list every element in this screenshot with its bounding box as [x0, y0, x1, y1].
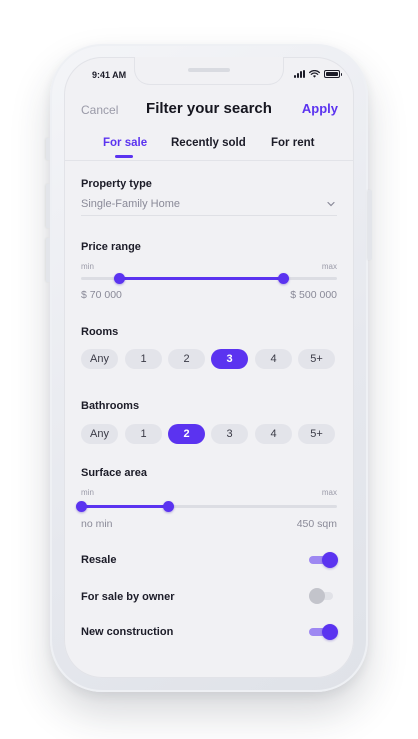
tab-recently-sold[interactable]: Recently sold — [171, 137, 246, 149]
chevron-down-icon[interactable] — [326, 200, 336, 208]
speaker-grille — [188, 68, 230, 72]
resale-label: Resale — [81, 554, 117, 566]
status-time: 9:41 AM — [92, 70, 127, 80]
bathrooms-option-1[interactable]: 1 — [125, 424, 162, 444]
surface-min-label: min — [81, 488, 94, 497]
battery-icon — [324, 70, 342, 78]
active-tab-indicator — [115, 155, 133, 158]
toggle-knob — [309, 588, 325, 604]
toggle-knob — [322, 624, 338, 640]
phone-volume-up-button — [46, 184, 50, 228]
phone-screen: 9:41 AM Cancel Filter your search Apply … — [64, 57, 354, 678]
surface-max-label: max — [321, 488, 337, 497]
rooms-title: Rooms — [81, 326, 119, 338]
bathrooms-title: Bathrooms — [81, 400, 140, 412]
phone-volume-down-button — [46, 238, 50, 282]
surface-min-handle[interactable] — [75, 501, 87, 512]
surface-max-value: 450 sqm — [296, 518, 337, 530]
price-range-slider[interactable] — [81, 272, 337, 284]
surface-min-value: no min — [81, 518, 113, 530]
price-min-value: $ 70 000 — [81, 289, 122, 301]
for-sale-by-owner-toggle[interactable] — [309, 588, 338, 604]
wifi-icon — [309, 70, 320, 78]
tabs-divider — [64, 160, 354, 161]
price-min-label: min — [81, 262, 94, 271]
phone-mute-switch — [46, 138, 50, 160]
surface-max-handle[interactable] — [162, 501, 174, 512]
rooms-option-4[interactable]: 4 — [255, 349, 292, 369]
rooms-option-3[interactable]: 3 — [211, 349, 248, 369]
rooms-option-5-plus[interactable]: 5+ — [298, 349, 335, 369]
phone-power-button — [368, 190, 372, 260]
property-type-title: Property type — [81, 178, 152, 190]
bathrooms-options: Any 1 2 3 4 5+ — [81, 424, 337, 444]
bathrooms-option-2[interactable]: 2 — [168, 424, 205, 444]
new-construction-toggle[interactable] — [309, 624, 338, 640]
status-bar: 9:41 AM — [64, 57, 354, 95]
price-min-handle[interactable] — [113, 273, 125, 284]
bathrooms-option-5-plus[interactable]: 5+ — [298, 424, 335, 444]
price-max-handle[interactable] — [277, 273, 289, 284]
status-icons — [294, 70, 342, 78]
bathrooms-option-4[interactable]: 4 — [255, 424, 292, 444]
price-max-label: max — [321, 262, 337, 271]
resale-toggle[interactable] — [309, 552, 338, 568]
select-underline — [81, 215, 337, 216]
new-construction-label: New construction — [81, 626, 174, 638]
property-type-select[interactable]: Single-Family Home — [81, 198, 180, 210]
header: Cancel Filter your search Apply — [64, 95, 354, 125]
surface-area-title: Surface area — [81, 467, 148, 479]
tab-for-rent[interactable]: For rent — [271, 137, 314, 149]
surface-area-slider[interactable] — [75, 500, 337, 512]
bathrooms-option-3[interactable]: 3 — [211, 424, 248, 444]
slider-fill — [119, 277, 284, 280]
bathrooms-option-any[interactable]: Any — [81, 424, 118, 444]
tab-for-sale[interactable]: For sale — [103, 137, 147, 149]
slider-fill — [81, 505, 169, 508]
listing-type-tabs: For sale Recently sold For rent — [64, 133, 354, 159]
rooms-option-2[interactable]: 2 — [168, 349, 205, 369]
cellular-signal-icon — [294, 70, 305, 78]
apply-button[interactable]: Apply — [302, 101, 338, 116]
price-range-title: Price range — [81, 241, 141, 253]
rooms-option-any[interactable]: Any — [81, 349, 118, 369]
price-max-value: $ 500 000 — [290, 289, 337, 301]
for-sale-by-owner-label: For sale by owner — [81, 591, 175, 603]
rooms-option-1[interactable]: 1 — [125, 349, 162, 369]
toggle-knob — [322, 552, 338, 568]
rooms-options: Any 1 2 3 4 5+ — [81, 349, 337, 369]
